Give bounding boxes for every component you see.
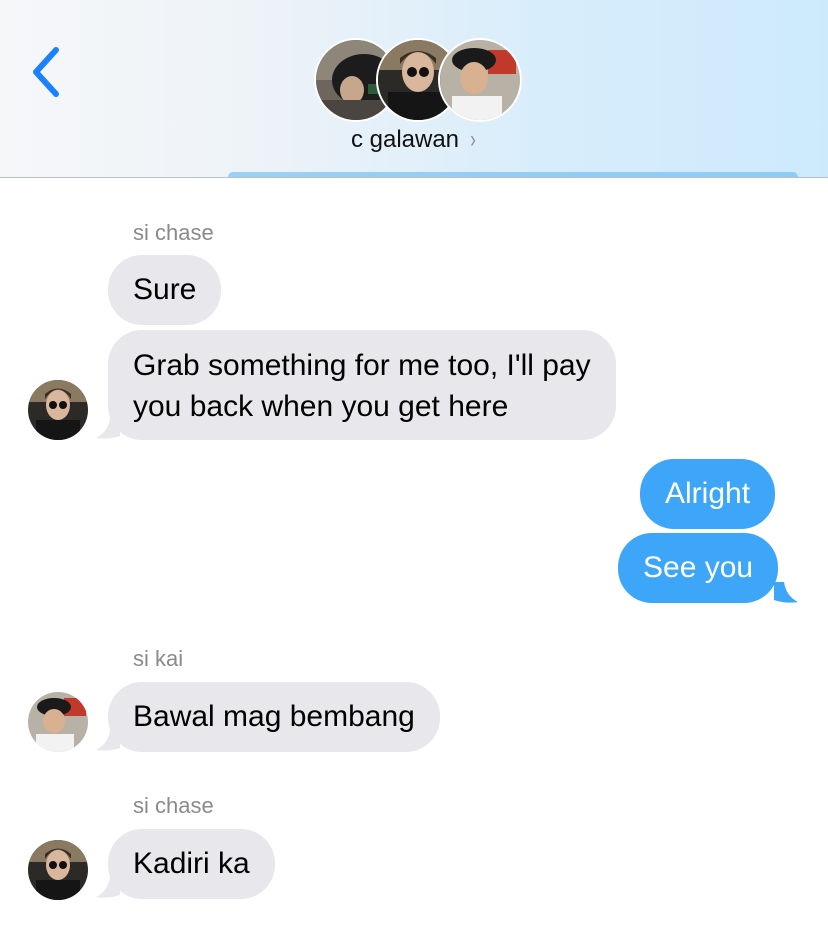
bubble-tail xyxy=(96,418,120,439)
incoming-message[interactable]: Sure xyxy=(108,255,222,325)
message-line: you back when you get here xyxy=(133,390,509,423)
message-line: Grab something for me too, I'll pay xyxy=(133,349,591,382)
header-peek-bar xyxy=(228,172,798,177)
outgoing-message[interactable]: See you xyxy=(618,533,779,603)
conversation-header: c galawan › xyxy=(0,0,828,178)
sender-label: si chase xyxy=(133,793,214,818)
conversation-title[interactable]: c galawan › xyxy=(0,126,828,154)
bubble-tail xyxy=(96,730,120,751)
sender-label: si kai xyxy=(133,646,184,671)
incoming-message[interactable]: Grab something for me too, I'll pay you … xyxy=(108,330,616,440)
conversation-name: c galawan xyxy=(350,126,460,153)
sender-label: si chase xyxy=(133,220,214,245)
bubble-tail xyxy=(96,877,120,898)
member-avatar-3 xyxy=(438,38,522,122)
chevron-left-icon xyxy=(33,47,59,97)
incoming-message[interactable]: Kadiri ka xyxy=(108,829,275,899)
sender-avatar-chase[interactable] xyxy=(28,840,88,900)
outgoing-message[interactable]: Alright xyxy=(640,459,776,529)
sender-avatar-chase[interactable] xyxy=(28,380,88,440)
bubble-tail xyxy=(774,582,798,603)
chevron-right-icon: › xyxy=(470,126,476,153)
sender-avatar-kai[interactable] xyxy=(28,692,88,752)
group-avatars[interactable] xyxy=(314,38,522,122)
back-button[interactable] xyxy=(28,44,68,100)
incoming-message[interactable]: Bawal mag bembang xyxy=(108,682,440,752)
